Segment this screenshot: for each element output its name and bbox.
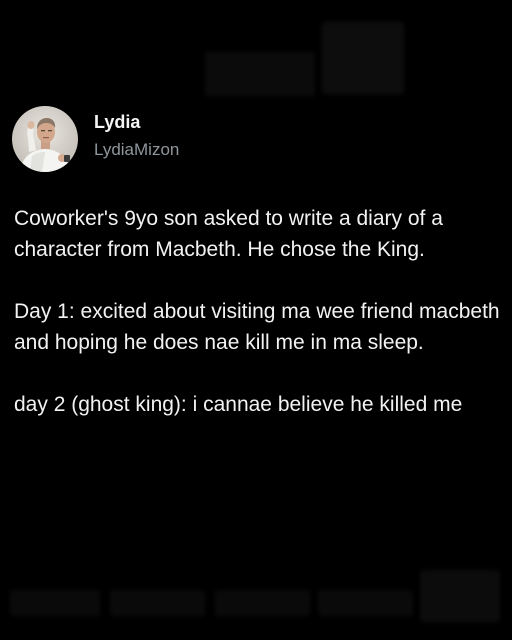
author-display-name[interactable]: Lydia bbox=[94, 110, 179, 134]
background-blur-shape bbox=[205, 52, 315, 96]
post-header: Lydia LydiaMizon bbox=[12, 106, 179, 172]
background-blur-shape bbox=[318, 590, 413, 616]
author-names: Lydia LydiaMizon bbox=[94, 110, 179, 162]
post-screenshot: Lydia LydiaMizon Coworker's 9yo son aske… bbox=[0, 0, 512, 640]
post-paragraph: day 2 (ghost king): i cannae believe he … bbox=[14, 393, 463, 416]
background-blur-shape bbox=[10, 590, 100, 616]
background-blur-shape bbox=[110, 590, 205, 616]
background-blur-shape bbox=[420, 570, 500, 622]
background-blur-shape bbox=[215, 590, 310, 616]
post-paragraph: Day 1: excited about visiting ma wee fri… bbox=[14, 300, 500, 354]
avatar[interactable] bbox=[12, 106, 78, 172]
post-body: Coworker's 9yo son asked to write a diar… bbox=[14, 203, 500, 451]
background-blur-shape bbox=[322, 22, 404, 94]
author-handle[interactable]: LydiaMizon bbox=[94, 138, 179, 162]
profile-photo-icon bbox=[12, 106, 78, 172]
post-paragraph: Coworker's 9yo son asked to write a diar… bbox=[14, 207, 443, 261]
